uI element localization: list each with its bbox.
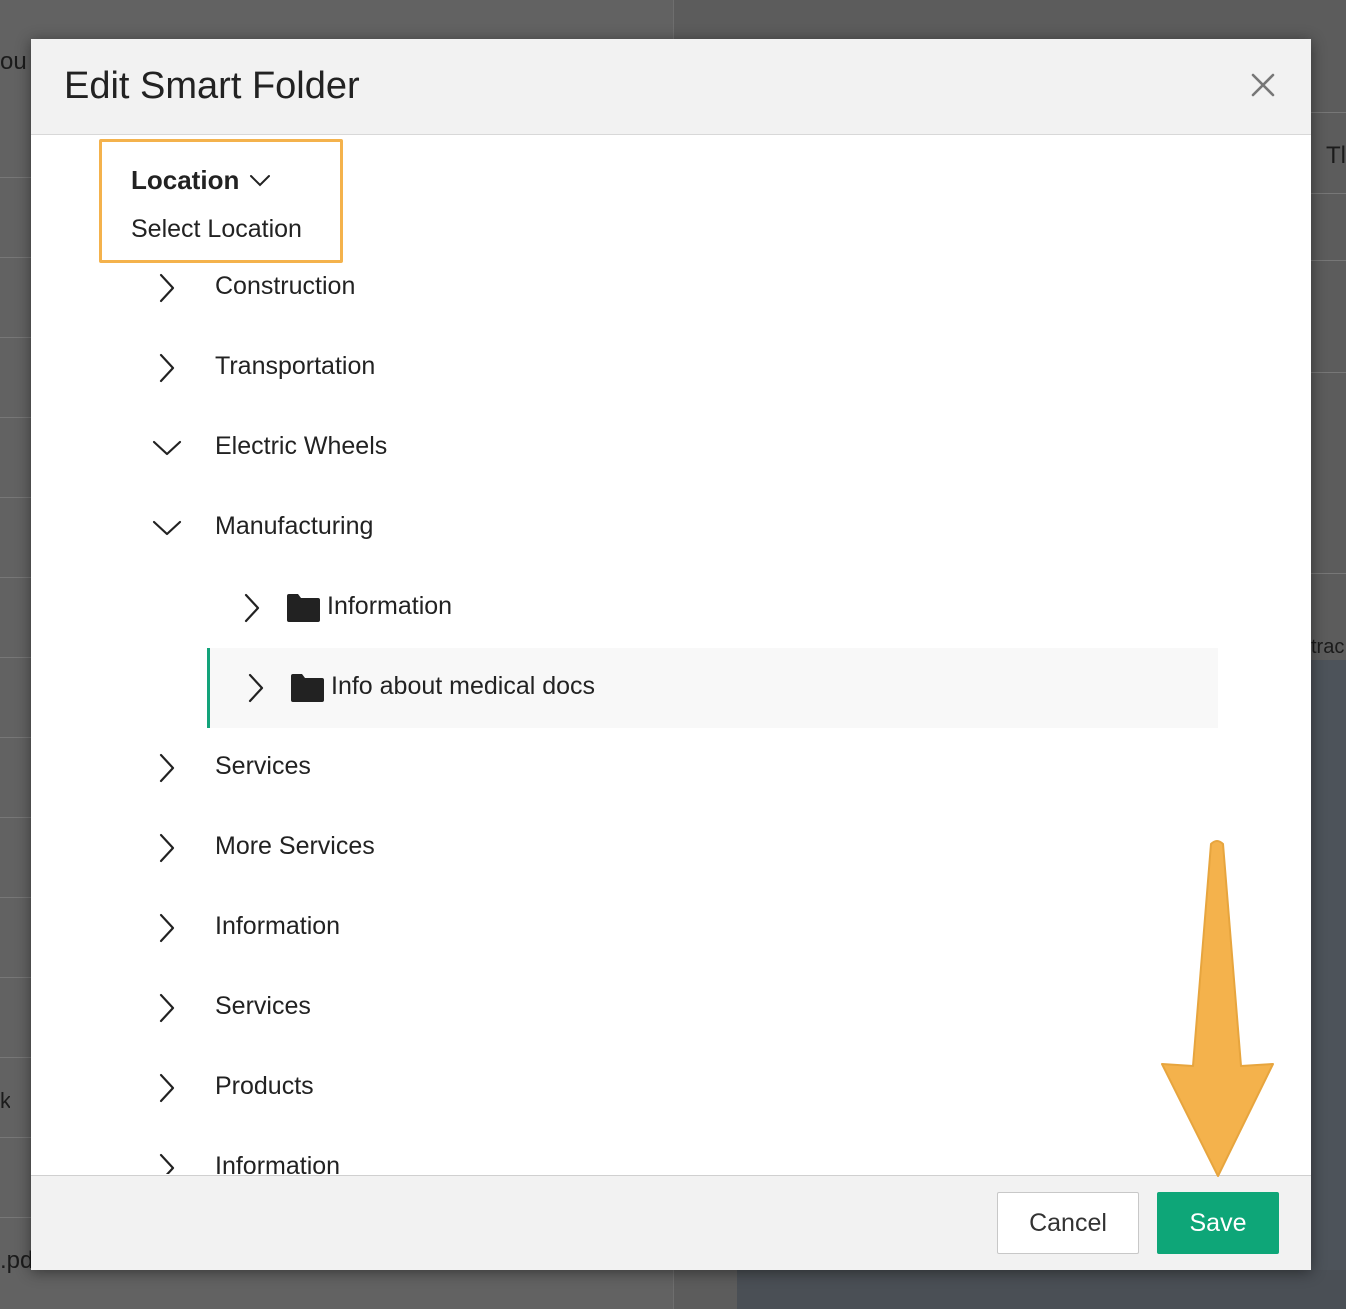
tree-item[interactable]: Information bbox=[31, 568, 1311, 648]
tree-item-label: Manufacturing bbox=[215, 512, 374, 540]
background-bottom-panel bbox=[737, 1270, 1346, 1309]
chevron-down-icon bbox=[250, 174, 271, 186]
tree-item-label: Products bbox=[215, 1072, 314, 1100]
background-divider bbox=[0, 1057, 31, 1058]
dialog-title: Edit Smart Folder bbox=[64, 65, 360, 107]
background-divider bbox=[0, 177, 31, 178]
tree-item[interactable]: More Services bbox=[31, 808, 1311, 888]
chevron-right-icon[interactable] bbox=[150, 1071, 184, 1105]
background-divider bbox=[0, 737, 31, 738]
background-divider bbox=[1311, 573, 1346, 574]
tree-item-label: Information bbox=[215, 1152, 341, 1174]
dialog-header: Edit Smart Folder bbox=[31, 39, 1311, 135]
background-divider bbox=[0, 1217, 31, 1218]
close-icon bbox=[1251, 73, 1275, 97]
tree-item[interactable]: Services bbox=[31, 728, 1311, 808]
tree-item-label: Information bbox=[327, 592, 453, 620]
location-highlight-box: Location Select Location bbox=[99, 139, 343, 263]
background-divider bbox=[0, 1137, 31, 1138]
chevron-right-icon[interactable] bbox=[150, 351, 184, 385]
background-text: ou bbox=[0, 48, 27, 75]
background-text: .pd bbox=[0, 1247, 31, 1274]
chevron-right-icon[interactable] bbox=[150, 831, 184, 865]
tree-item-label: Transportation bbox=[215, 352, 376, 380]
background-divider bbox=[0, 657, 31, 658]
select-location-field[interactable]: Select Location bbox=[131, 215, 302, 244]
tree-item-label: Services bbox=[215, 752, 311, 780]
tree-item[interactable]: Info about medical docs bbox=[31, 648, 1311, 728]
background-divider bbox=[1311, 112, 1346, 113]
tree-item[interactable]: Electric Wheels bbox=[31, 408, 1311, 488]
background-divider bbox=[1311, 372, 1346, 373]
tree-item-label: Information bbox=[215, 912, 341, 940]
background-divider bbox=[0, 497, 31, 498]
background-divider bbox=[0, 337, 31, 338]
dialog-footer: Cancel Save bbox=[31, 1175, 1311, 1270]
location-dropdown-toggle[interactable]: Location bbox=[131, 165, 271, 196]
arrow-annotation-icon bbox=[1161, 840, 1274, 1177]
dialog-body: Location Select Location Construction Tra… bbox=[31, 135, 1311, 1174]
chevron-right-icon[interactable] bbox=[150, 271, 184, 305]
background-divider bbox=[0, 977, 31, 978]
tree-item[interactable]: Construction bbox=[31, 248, 1311, 328]
tree-item-label: Construction bbox=[215, 272, 356, 300]
folder-icon bbox=[291, 674, 324, 702]
location-label: Location bbox=[131, 165, 240, 195]
background-divider bbox=[1311, 260, 1346, 261]
background-divider bbox=[1311, 193, 1346, 194]
tree-item[interactable]: Transportation bbox=[31, 328, 1311, 408]
tree-item-label: More Services bbox=[215, 832, 375, 860]
tree-item-label: Services bbox=[215, 992, 311, 1020]
tree-item[interactable]: Products bbox=[31, 1048, 1311, 1128]
close-button[interactable] bbox=[1246, 68, 1280, 102]
background-divider bbox=[0, 577, 31, 578]
edit-smart-folder-dialog: Edit Smart Folder Location Select Locati… bbox=[31, 39, 1311, 1270]
background-divider bbox=[0, 257, 31, 258]
folder-icon bbox=[287, 594, 320, 622]
background-divider bbox=[0, 897, 31, 898]
tree-item-label: Info about medical docs bbox=[331, 672, 596, 700]
chevron-right-icon[interactable] bbox=[239, 671, 273, 705]
tree-item-label: Electric Wheels bbox=[215, 432, 388, 460]
background-text: Tl bbox=[1326, 142, 1346, 169]
tree-item[interactable]: Services bbox=[31, 968, 1311, 1048]
chevron-right-icon[interactable] bbox=[150, 1151, 184, 1174]
chevron-down-icon[interactable] bbox=[150, 511, 184, 545]
cancel-button[interactable]: Cancel bbox=[997, 1192, 1139, 1254]
background-dark-panel bbox=[1311, 660, 1346, 1270]
background-divider bbox=[0, 417, 31, 418]
tree-item[interactable]: Manufacturing bbox=[31, 488, 1311, 568]
save-button[interactable]: Save bbox=[1157, 1192, 1279, 1254]
chevron-right-icon[interactable] bbox=[150, 991, 184, 1025]
chevron-right-icon[interactable] bbox=[150, 751, 184, 785]
chevron-right-icon[interactable] bbox=[150, 911, 184, 945]
chevron-down-icon[interactable] bbox=[150, 431, 184, 465]
background-text: trac bbox=[1311, 636, 1345, 658]
chevron-right-icon[interactable] bbox=[235, 591, 269, 625]
background-text: k bbox=[0, 1088, 10, 1113]
tree-item[interactable]: Information bbox=[31, 888, 1311, 968]
background-divider bbox=[0, 817, 31, 818]
tree-item[interactable]: Information bbox=[31, 1128, 1311, 1174]
